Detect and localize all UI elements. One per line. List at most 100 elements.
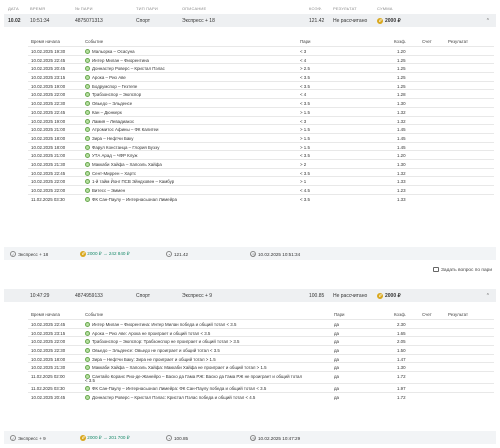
event-row: 10.02.2025 19:30 Мальорка – Осасуна < 3 1.2… — [28, 46, 494, 55]
bet-summary-2: i Экспресс + 9 ₽ 2000 ₽ → 201 700 ₽ ◔ 100.… — [4, 431, 496, 444]
summary-type: i Экспресс + 9 — [10, 435, 46, 441]
event-row: 11.02.2025 03:30 ФК Сан-Паулу – Интернась… — [28, 383, 494, 392]
event-row: 10.02.2025 22:45 Интер Милан – Фиорентина… — [28, 319, 494, 328]
event-row: 10.02.2025 22:00 1-й тайм Йонг ПСВ Эйндхо… — [28, 176, 494, 185]
event-bet: > 1.5 — [300, 135, 310, 141]
football-icon — [85, 386, 90, 392]
bet-row-1[interactable]: 10.02 10:51:34 4875071313 Спорт Экспресс… — [4, 14, 496, 27]
event-coef: 1.20 — [397, 153, 406, 159]
event-name[interactable]: Овьедо – Эльденсе — [85, 101, 132, 107]
event-bet: < 3.5 — [300, 75, 310, 81]
football-icon — [85, 365, 90, 371]
event-start: 10.02.2025 20:45 — [31, 394, 66, 400]
column-headers: ДАТА ВРЕМЯ № ПАРИ ТИП ПАРИ ОПИСАНИЕ КОЭФ… — [0, 4, 500, 12]
th-coef: Коэф. — [394, 312, 407, 317]
event-name[interactable]: ФК Сан-Паулу – Интернасьонал Лимейра — [85, 196, 177, 202]
event-bet: да — [334, 365, 340, 371]
bet-description: Экспресс + 18 — [182, 18, 215, 24]
event-coef: 1.25 — [397, 66, 406, 72]
bet-row-2[interactable]: 10:47:29 4874959133 Спорт Экспресс + 9 1… — [4, 289, 496, 302]
event-name[interactable]: Интер Милан – Фиорентина: Интер Милан по… — [85, 322, 236, 327]
th-start: Время начала — [31, 312, 60, 317]
event-bet: > 1 — [300, 179, 307, 185]
bet-coef: 100.85 — [309, 293, 325, 299]
event-name[interactable]: Арока – Рио Аве — [85, 75, 126, 81]
event-bet: < 4 — [300, 57, 307, 63]
event-name[interactable]: Витесс – Эммен — [85, 188, 125, 193]
football-icon — [85, 109, 90, 115]
event-start: 10.02.2025 22:30 — [31, 348, 66, 354]
event-start: 10.02.2025 21:00 — [31, 153, 66, 159]
event-name[interactable]: Маккаби Хайфа – Хапоэль Хайфа — [85, 161, 162, 167]
event-row: 10.02.2025 18:00 Зира – Нефтчи Баку > 1.5 1… — [28, 132, 494, 142]
event-start: 10.02.2025 22:00 — [31, 188, 66, 193]
event-start: 10.02.2025 23:15 — [31, 330, 66, 336]
event-name[interactable]: 1-й тайм Йонг ПСВ Эйндховен – Камбур — [85, 179, 174, 185]
event-name[interactable]: Маккаби Хайфа – Хапоэль Хайфа: Маккаби Х… — [85, 365, 267, 371]
event-start: 10.02.2025 18:00 — [31, 356, 66, 362]
event-name[interactable]: Доннастер Роверс – Кристал Пэлас — [85, 66, 165, 72]
event-name[interactable]: Доннастер Роверс – Кристал Пэлас: Криста… — [85, 394, 255, 400]
football-icon — [85, 57, 90, 63]
event-bet: > 1.5 — [300, 127, 310, 133]
bet-summary-1: i Экспресс + 18 ₽ 2000 ₽ → 242 840 ₽ ◔ 121… — [4, 247, 496, 260]
event-bet: < 3.5 — [300, 153, 310, 159]
th-score: Счет — [422, 39, 432, 44]
bet-number: 4875071313 — [75, 18, 103, 24]
event-name[interactable]: Овьедо – Эльденсе: Овьедо не проиграет и… — [85, 348, 220, 354]
chevron-up-icon[interactable]: ⌃ — [486, 18, 490, 24]
event-row: 10.02.2025 23:15 Арока – Рио Аве: Арока н… — [28, 327, 494, 337]
bet-sport: Спорт — [136, 18, 151, 24]
event-row: 11.02.2025 02:00 Сантайо Коранс Рио-де-Жа… — [28, 371, 494, 383]
event-bet: > 2.5 — [300, 66, 310, 72]
event-start: 10.02.2025 20:45 — [31, 66, 66, 72]
th-score: Счет — [422, 312, 432, 317]
event-row: 10.02.2025 22:45 Кан – Дюнкерк > 1.5 1.32 — [28, 106, 494, 116]
event-coef: 1.20 — [397, 49, 406, 54]
event-row: 10.02.2025 20:45 Доннастер Роверс – Крист… — [28, 391, 494, 401]
event-name[interactable]: Трабзонспор – Эюпспор: Трабзонспор не пр… — [85, 339, 239, 345]
event-name[interactable]: Мальорка – Осасуна — [85, 49, 135, 54]
football-icon — [85, 66, 90, 72]
event-row: 10.02.2025 18:00 Зира – Нефтчи Баку: Зира… — [28, 353, 494, 363]
bet-result: Не рассчитано — [333, 18, 368, 24]
bet-date: 10.02 — [8, 18, 21, 24]
event-name[interactable]: УТА Арад – ЧФР Клуж — [85, 153, 137, 159]
th-event: Событие — [85, 39, 104, 44]
event-start: 10.02.2025 21:30 — [31, 365, 66, 371]
clock-icon: ◷ — [250, 435, 256, 441]
event-row: 10.02.2025 18:00 Фарул Констанца – Глория… — [28, 141, 494, 151]
event-coef: 2.05 — [397, 339, 406, 345]
event-name[interactable]: Бодрумспор – Гезтепе — [85, 83, 137, 89]
col-result: РЕЗУЛЬТАТ — [333, 6, 357, 11]
col-description: ОПИСАНИЕ — [182, 6, 207, 11]
event-name[interactable]: Фарул Констанца – Глория Бузэу — [85, 144, 159, 150]
event-start: 10.02.2025 22:00 — [31, 339, 66, 345]
football-icon — [85, 356, 90, 362]
football-icon — [85, 135, 90, 141]
summary-stake-win: ₽ 2000 ₽ → 201 700 ₽ — [80, 435, 130, 441]
ask-question-link[interactable]: Задать вопрос по пари — [433, 267, 492, 273]
event-row: 10.02.2025 21:30 Маккаби Хайфа – Хапоэль … — [28, 158, 494, 168]
chevron-up-icon[interactable]: ⌃ — [486, 293, 490, 299]
event-name[interactable]: Арока – Рио Аве: Арока не проиграет и об… — [85, 330, 210, 336]
event-name[interactable]: Зира – Нефтчи Баку — [85, 135, 133, 141]
football-icon — [85, 127, 90, 133]
event-coef: 1.50 — [397, 348, 406, 354]
event-name[interactable]: Ламия – Левадиакос — [85, 118, 134, 124]
event-name[interactable]: Сент-Миррен – Хартс — [85, 170, 136, 176]
bet-coef: 121.42 — [309, 18, 325, 24]
event-name[interactable]: Интер Милан – Фиорентина — [85, 57, 149, 63]
event-name[interactable]: ФК Сан-Паулу – Интернасьонал Лимейра: ФК… — [85, 386, 266, 392]
event-bet: < 3 — [300, 49, 307, 54]
summary-datetime: ◷ 10.02.2025 10:47:29 — [250, 435, 301, 441]
event-start: 10.02.2025 22:45 — [31, 170, 66, 176]
football-icon — [85, 153, 90, 159]
event-name[interactable]: Зира – Нефтчи Баку: Зира не проиграет и … — [85, 356, 216, 362]
info-icon: i — [10, 251, 16, 257]
coef-icon: ◔ — [166, 435, 172, 441]
event-name[interactable]: Трабзонспор – Эюпспор — [85, 92, 141, 98]
event-name[interactable]: Кан – Дюнкерк — [85, 109, 122, 115]
event-name[interactable]: Атромитос Афины – ФК Калитеи — [85, 127, 159, 133]
football-icon — [85, 92, 90, 98]
